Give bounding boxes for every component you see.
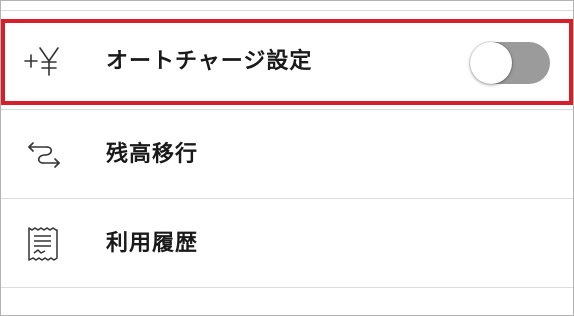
auto-charge-toggle[interactable] [470,42,550,84]
transfer-arrows-icon [21,133,65,177]
usage-history-row[interactable]: 利用履歴 [1,200,573,288]
top-divider [1,10,573,11]
receipt-icon [21,222,65,266]
settings-panel: オートチャージ設定 残高移行 利用履歴 [0,0,574,316]
auto-charge-row[interactable]: オートチャージ設定 [1,19,573,105]
yen-plus-icon [21,39,65,83]
balance-transfer-row[interactable]: 残高移行 [1,111,573,199]
auto-charge-label: オートチャージ設定 [106,49,313,74]
balance-transfer-label: 残高移行 [106,142,199,167]
toggle-knob [470,42,512,84]
usage-history-label: 利用履歴 [106,231,199,256]
row-divider [1,109,573,110]
